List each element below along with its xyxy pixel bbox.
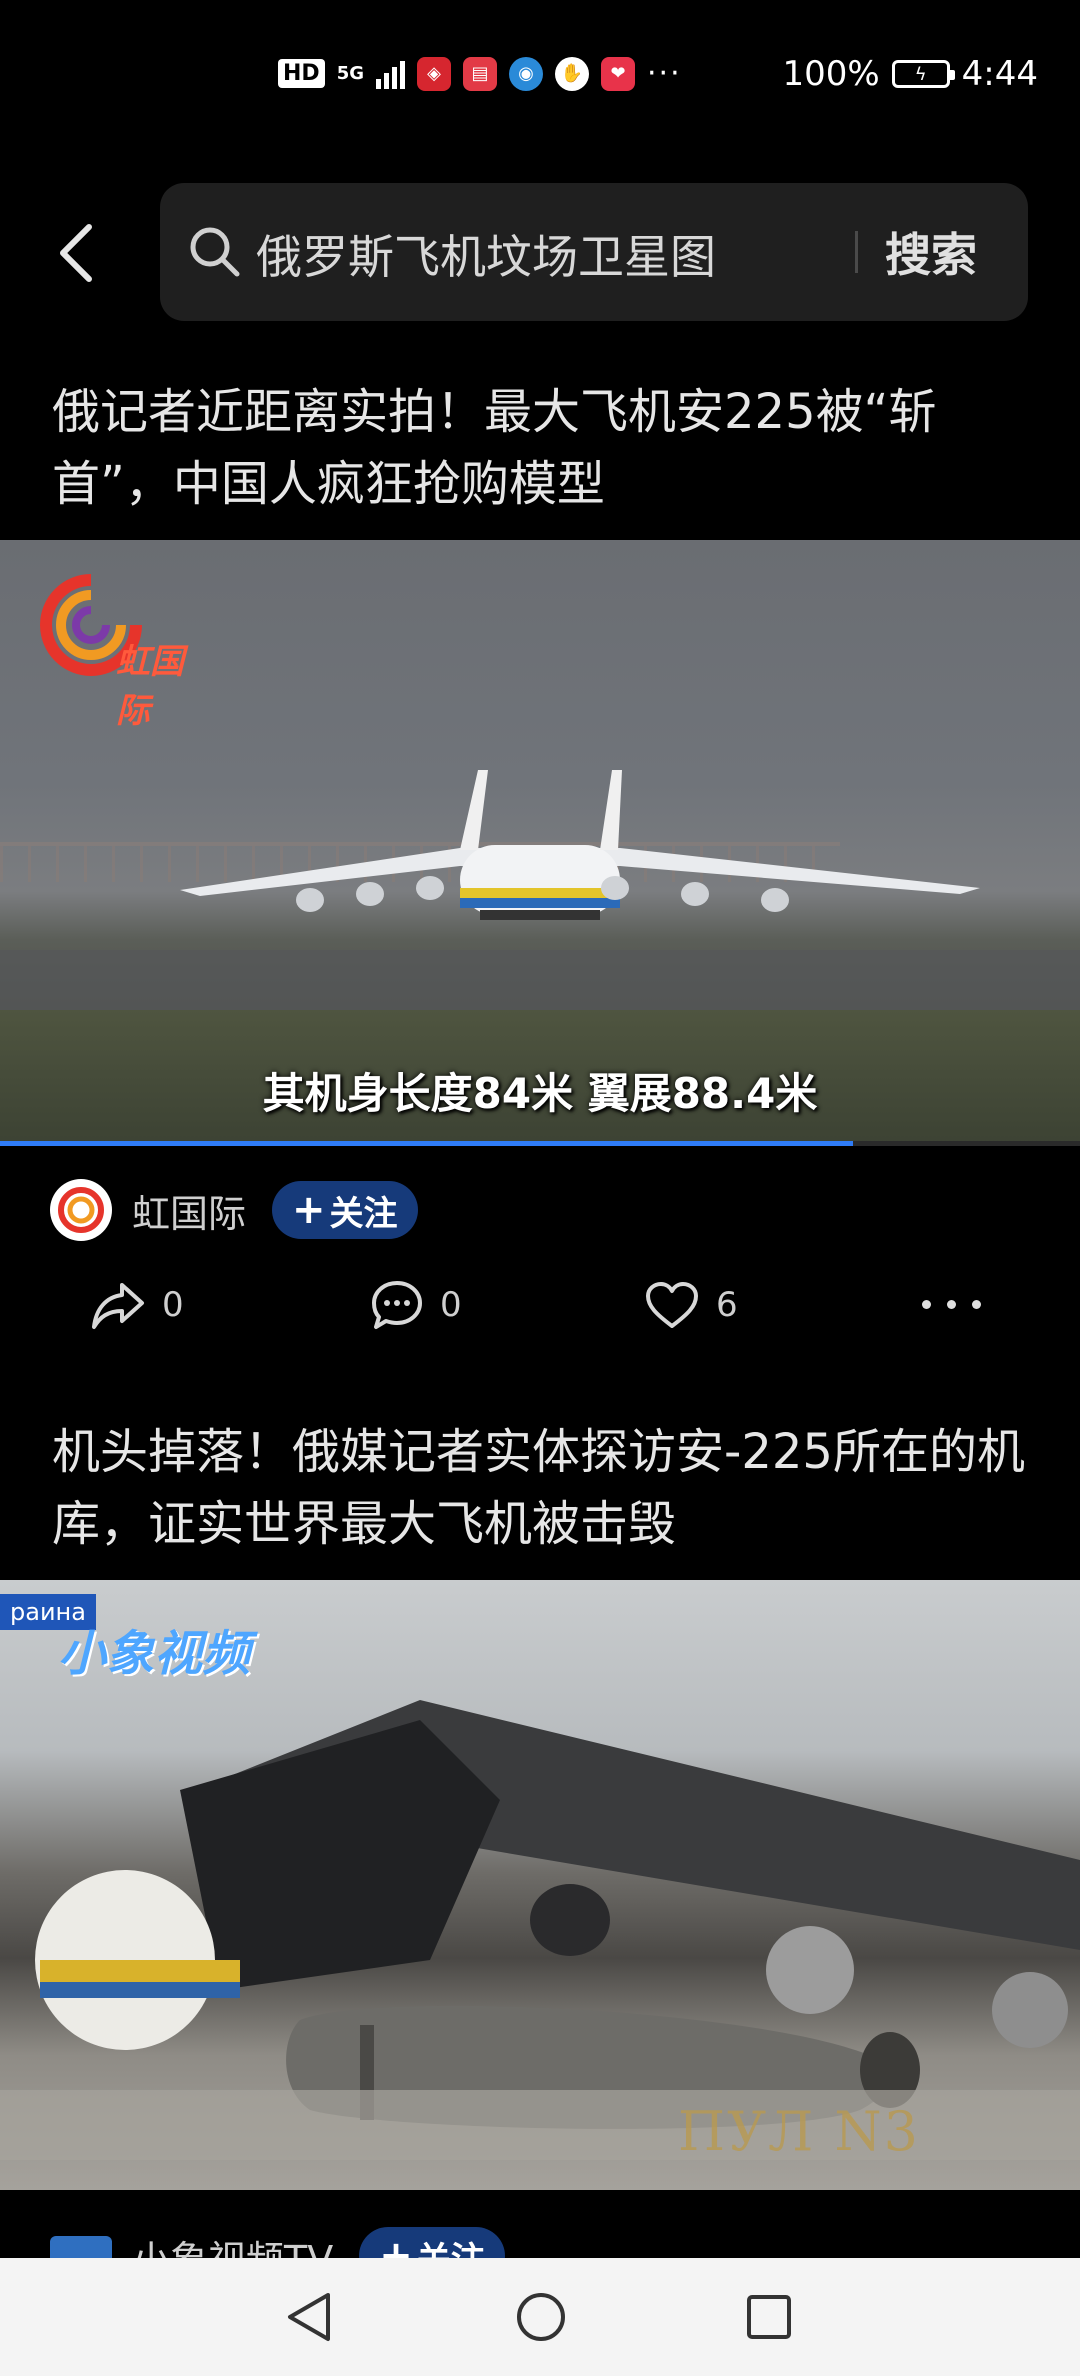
video-logo-text: 虹国际 [116, 642, 184, 731]
page: HD 5G ◈ ▤ ◉ ✋ ❤ ··· 100% ϟ 4:44 俄罗斯飞机坟场卫… [0, 0, 1080, 2376]
heart-icon [646, 1282, 698, 1328]
comment-button[interactable]: 0 [370, 1270, 462, 1340]
article-title[interactable]: 机头掉落！俄媒记者实体探访安-225所在的机库，证实世界最大飞机被击毁 [52, 1416, 1042, 1560]
video-logo: 虹国际 [36, 570, 196, 731]
share-icon [92, 1283, 144, 1329]
search-bar[interactable]: 俄罗斯飞机坟场卫星图 搜索 [160, 183, 1028, 321]
share-count: 0 [162, 1285, 184, 1325]
status-left: HD 5G ◈ ▤ ◉ ✋ ❤ ··· [278, 56, 682, 91]
hand-icon: ✋ [555, 56, 589, 91]
follow-button[interactable]: + 关注 [272, 1181, 418, 1239]
search-divider [855, 231, 858, 273]
video-caption: 其机身长度84米 翼展88.4米 [262, 1069, 818, 1118]
chevron-left-icon [60, 224, 92, 282]
triangle-back-icon [288, 2293, 330, 2341]
more-options-icon[interactable] [922, 1300, 981, 1309]
nav-recents-button[interactable] [738, 2286, 800, 2348]
video-player[interactable]: 虹国际 其机身长度84米 翼展88.4米 [0, 540, 1080, 1146]
author-name[interactable]: 虹国际 [132, 1183, 246, 1238]
hd-indicator: HD [278, 59, 325, 88]
plus-icon: + [292, 1187, 326, 1233]
search-input[interactable]: 俄罗斯飞机坟场卫星图 [256, 221, 716, 287]
nav-back-button[interactable] [278, 2286, 340, 2348]
video-progress-bar[interactable] [0, 1141, 1080, 1146]
app-notification-icon: ◈ [417, 56, 451, 91]
square-recents-icon [747, 2295, 791, 2339]
more-notifications-icon: ··· [647, 56, 682, 91]
search-icon [190, 227, 240, 277]
airplane-illustration [180, 770, 980, 920]
navigation-bar [0, 2258, 1080, 2376]
action-bar: 0 0 6 [0, 1270, 1080, 1340]
clock: 4:44 [961, 54, 1038, 94]
video-logo-text: 小象视频 [58, 1626, 251, 1682]
article-title[interactable]: 俄记者近距离实拍！最大飞机安225被“斩首”，中国人疯狂抢购模型 [52, 376, 1042, 520]
battery-icon: ϟ [891, 60, 955, 88]
like-count: 6 [716, 1285, 738, 1325]
comment-count: 0 [440, 1285, 462, 1325]
circle-home-icon [517, 2293, 565, 2341]
author-row: 虹国际 + 关注 [50, 1178, 418, 1242]
like-button[interactable]: 6 [644, 1270, 738, 1340]
wreckage-illustration [0, 1700, 1080, 2160]
signal-icon [376, 59, 405, 89]
avatar-logo-icon [58, 1187, 104, 1233]
heart-app-icon: ❤ [601, 56, 635, 91]
share-button[interactable]: 0 [90, 1270, 184, 1340]
video-progress-fill [0, 1141, 854, 1146]
status-right: 100% ϟ 4:44 [782, 54, 1038, 94]
search-button[interactable]: 搜索 [885, 219, 977, 285]
nav-home-button[interactable] [510, 2286, 572, 2348]
follow-label: 关注 [329, 1193, 398, 1234]
book-app-icon: ▤ [463, 56, 497, 91]
comment-icon [372, 1281, 422, 1329]
browser-app-icon: ◉ [509, 56, 543, 91]
video-watermark: ПУЛ N3 [678, 2100, 920, 2163]
network-type: 5G [336, 62, 364, 84]
video-thumbnail[interactable]: раина 小象视频 ПУЛ N3 [0, 1580, 1080, 2190]
status-bar: HD 5G ◈ ▤ ◉ ✋ ❤ ··· 100% ϟ 4:44 [0, 0, 1080, 150]
avatar[interactable] [50, 1179, 112, 1241]
battery-percent: 100% [782, 54, 880, 94]
back-button[interactable] [52, 218, 102, 288]
